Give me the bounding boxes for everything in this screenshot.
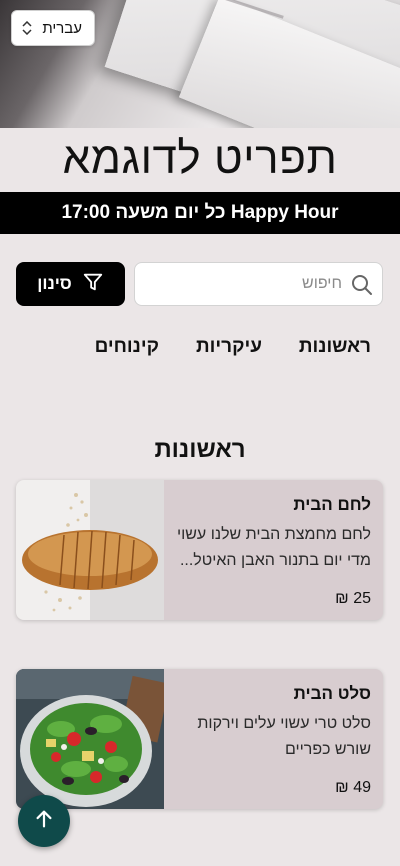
category-tabs: ראשונות עיקריות קינוחים	[0, 336, 400, 362]
menu-item-info: סלט הבית סלט טרי עשוי עלים וירקות שורש כ…	[172, 669, 371, 809]
search-icon	[350, 273, 374, 297]
chevron-up-down-icon	[22, 20, 32, 36]
promo-banner: Happy Hour כל יום משעה 17:00	[0, 192, 400, 234]
arrow-up-icon	[33, 808, 55, 834]
tab-starters[interactable]: ראשונות	[299, 336, 371, 358]
menu-item-name: לחם הבית	[293, 495, 371, 514]
menu-item-name: סלט הבית	[293, 684, 371, 703]
tab-desserts[interactable]: קינוחים	[95, 336, 159, 358]
menu-item-info: לחם הבית לחם מחמצת הבית שלנו עשוי מדי יו…	[172, 480, 371, 620]
filter-button[interactable]: סינון	[16, 262, 125, 306]
menu-item-card[interactable]: סלט הבית סלט טרי עשוי עלים וירקות שורש כ…	[16, 669, 383, 809]
search-placeholder: חיפוש	[302, 275, 342, 292]
filter-button-label: סינון	[37, 274, 72, 293]
menu-item-price: 49 ₪	[335, 779, 371, 796]
scroll-top-button[interactable]	[18, 795, 70, 847]
language-select[interactable]: עברית	[11, 10, 95, 46]
page-title: תפריט לדוגמא	[62, 134, 338, 183]
section-title: ראשונות	[154, 436, 246, 463]
bread-image	[16, 480, 164, 620]
menu-item-description: סלט טרי עשוי עלים וירקות שורש כפריים	[197, 715, 371, 758]
menu-item-description: לחם מחמצת הבית שלנו עשוי מדי יום בתנור ה…	[176, 526, 371, 569]
language-select-label: עברית	[42, 19, 82, 37]
tab-mains[interactable]: עיקריות	[196, 336, 262, 358]
menu-item-price: 25 ₪	[335, 590, 371, 607]
salad-image	[16, 669, 170, 809]
search-box[interactable]: חיפוש	[134, 262, 383, 306]
menu-item-card[interactable]: לחם הבית לחם מחמצת הבית שלנו עשוי מדי יו…	[16, 480, 383, 620]
filter-icon	[82, 271, 104, 298]
